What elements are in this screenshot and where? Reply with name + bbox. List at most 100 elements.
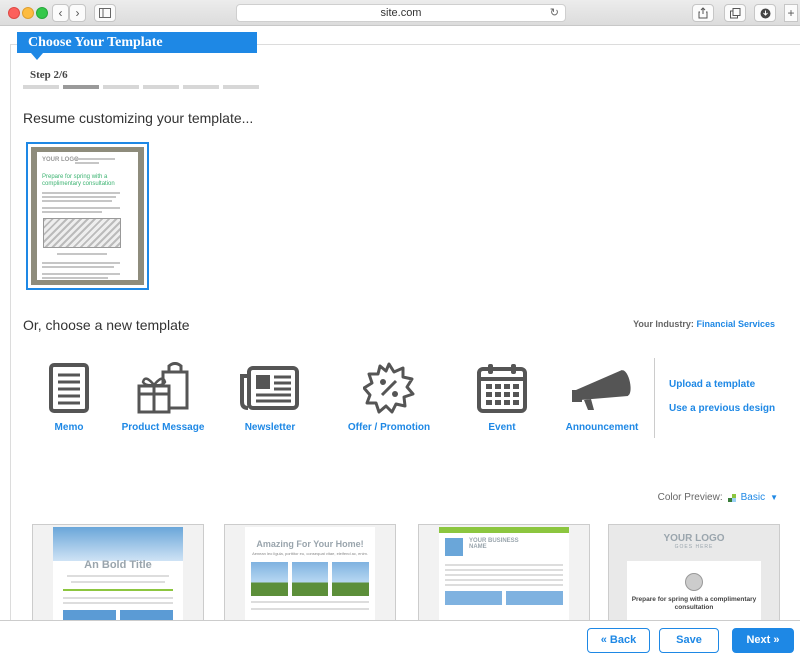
progress-segment [183, 85, 219, 89]
photo-thumbnail [332, 562, 370, 596]
caret-down-icon[interactable]: ▼ [770, 493, 778, 502]
zoom-window-button[interactable] [36, 7, 48, 19]
newspaper-icon [240, 366, 299, 410]
chevron-left-icon: ‹ [58, 6, 63, 20]
thumbnail-background: YOUR LOGO Prepare for spring with a comp… [31, 147, 144, 285]
text-line [75, 158, 115, 160]
template-card[interactable]: YOUR LOGO GOES HERE Prepare for spring w… [608, 524, 780, 624]
industry-label: Your Industry: [633, 319, 694, 329]
accent-line [63, 589, 173, 591]
template-type-offer-promotion[interactable]: Offer / Promotion [334, 362, 444, 433]
template-type-event[interactable]: Event [447, 362, 557, 433]
text-line [251, 608, 369, 610]
share-button[interactable] [692, 4, 714, 22]
template-type-announcement[interactable]: Announcement [547, 362, 657, 433]
text-line [445, 584, 563, 586]
color-preview-dropdown[interactable]: Basic [741, 492, 765, 503]
sidebar-icon [99, 8, 111, 18]
photo-thumbnail [445, 591, 502, 605]
text-line [42, 192, 120, 194]
text-line [57, 253, 107, 255]
template-card[interactable]: Amazing For Your Home! Aenean leo ligula… [224, 524, 396, 624]
progress-segment [223, 85, 259, 89]
header-row: YOUR BUSINESS NAME [445, 538, 563, 556]
resume-template-thumbnail[interactable]: YOUR LOGO Prepare for spring with a comp… [26, 142, 149, 290]
template-type-newsletter[interactable]: Newsletter [215, 362, 325, 433]
previous-design-link[interactable]: Use a previous design [669, 403, 775, 414]
template-title: Amazing For Your Home! [256, 539, 364, 549]
address-bar[interactable]: site.com ↻ [236, 4, 566, 22]
text-line [42, 266, 114, 268]
page-title: Choose Your Template [17, 32, 257, 53]
type-label: Announcement [565, 422, 639, 433]
divider [654, 358, 655, 438]
resume-heading: Resume customizing your template... [23, 110, 254, 126]
business-name: YOUR BUSINESS NAME [469, 538, 519, 556]
template-tagline: GOES HERE [674, 544, 714, 550]
template-card[interactable]: YOUR BUSINESS NAME [418, 524, 590, 624]
thumb-headline: Prepare for spring with a complimentary … [42, 174, 115, 187]
color-preview: Color Preview: Basic ▼ [658, 492, 778, 503]
text-line [42, 211, 102, 213]
download-icon [760, 8, 770, 19]
calendar-icon [477, 364, 527, 413]
text-line [42, 273, 120, 275]
template-type-product-message[interactable]: Product Message [108, 362, 218, 433]
template-preview: Prepare for spring with a complimentary … [627, 561, 761, 623]
step-indicator: Step 2/6 [30, 69, 68, 81]
tabs-button[interactable] [724, 4, 746, 22]
download-button[interactable] [754, 4, 776, 22]
type-label: Product Message [121, 422, 205, 433]
image-row [445, 591, 563, 605]
type-label: Offer / Promotion [347, 422, 431, 433]
text-line [42, 262, 120, 264]
browser-toolbar: ‹ › site.com ↻ + [0, 0, 800, 26]
progress-segment-current [63, 85, 99, 89]
photo-thumbnail [291, 562, 329, 596]
type-label: Newsletter [244, 422, 296, 433]
url-text: site.com [380, 7, 422, 19]
text-line [67, 575, 169, 577]
template-headline: Prepare for spring with a complimentary … [631, 596, 757, 611]
image-row [251, 562, 370, 596]
template-preview: YOUR BUSINESS NAME [439, 527, 569, 623]
industry-link[interactable]: Financial Services [696, 319, 775, 329]
minimize-window-button[interactable] [22, 7, 34, 19]
forward-nav-button[interactable]: › [69, 4, 86, 22]
gift-bag-icon [137, 362, 189, 414]
chevron-right-icon: › [75, 6, 80, 20]
thumb-logo: YOUR LOGO [42, 157, 79, 163]
template-card[interactable]: An Bold Title [32, 524, 204, 624]
text-line [63, 597, 173, 599]
text-line [75, 162, 99, 164]
text-line [445, 579, 563, 581]
text-line [251, 601, 369, 603]
template-logo: YOUR LOGO [663, 533, 725, 544]
type-label: Event [488, 422, 516, 433]
text-line [42, 200, 112, 202]
photo-thumbnail [506, 591, 563, 605]
color-swatch-icon [727, 493, 736, 502]
upload-template-link[interactable]: Upload a template [669, 379, 755, 390]
reload-icon[interactable]: ↻ [550, 5, 559, 21]
text-line [445, 564, 563, 566]
tabs-icon [729, 8, 740, 19]
back-button[interactable]: « Back [587, 628, 650, 653]
share-icon [698, 7, 708, 19]
photo-thumbnail [251, 562, 288, 596]
business-name-line2: NAME [469, 544, 487, 550]
plus-icon: + [787, 6, 795, 20]
back-nav-button[interactable]: ‹ [52, 4, 69, 22]
next-button[interactable]: Next » [732, 628, 794, 653]
progress-segment [23, 85, 59, 89]
sidebar-toggle-button[interactable] [94, 4, 116, 22]
template-preview: An Bold Title [53, 527, 183, 623]
new-tab-button[interactable]: + [784, 4, 798, 22]
text-line [445, 569, 563, 571]
save-button[interactable]: Save [659, 628, 719, 653]
template-title: An Bold Title [84, 559, 152, 571]
text-line [445, 574, 563, 576]
close-window-button[interactable] [8, 7, 20, 19]
percent-badge-icon [363, 362, 415, 414]
photo-thumbnail [445, 538, 463, 556]
